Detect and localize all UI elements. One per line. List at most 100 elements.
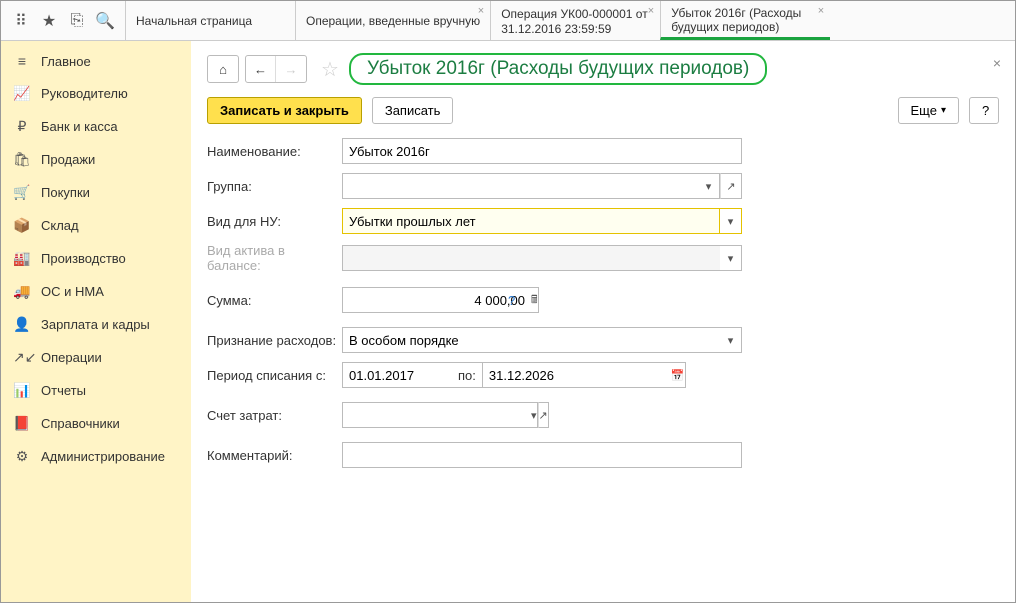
sidebar-item-label: Производство [41, 251, 126, 266]
page-title: Убыток 2016г (Расходы будущих периодов) [367, 58, 749, 79]
sidebar-item-main[interactable]: ≡Главное [1, 45, 191, 77]
group-label: Группа: [207, 179, 342, 194]
asset-label: Вид актива в балансе: [207, 243, 342, 273]
calendar-icon[interactable]: 📅 [671, 362, 686, 388]
comment-label: Комментарий: [207, 448, 342, 463]
tab-manual-operations[interactable]: Операции, введенные вручную × [295, 1, 490, 40]
sidebar-item-assets[interactable]: 🚚 ОС и НМА [1, 275, 191, 308]
cart-icon: 🛒 [13, 184, 31, 201]
sidebar-item-operations[interactable]: ↗↙ Операции [1, 341, 191, 374]
gear-icon: ⚙ [13, 448, 31, 465]
period-to-input[interactable] [482, 362, 671, 388]
sidebar-item-reports[interactable]: 📊 Отчеты [1, 374, 191, 407]
type-input[interactable] [342, 208, 720, 234]
period-label: Период списания с: [207, 368, 342, 383]
menu-icon: ≡ [13, 53, 31, 69]
save-button[interactable]: Записать [372, 97, 454, 124]
home-button[interactable]: ⌂ [207, 55, 239, 83]
group-input[interactable] [342, 173, 698, 199]
sidebar-item-warehouse[interactable]: 📦 Склад [1, 209, 191, 242]
sidebar-item-catalogs[interactable]: 📕 Справочники [1, 407, 191, 440]
box-icon: 📦 [13, 217, 31, 234]
sidebar-item-purchases[interactable]: 🛒 Покупки [1, 176, 191, 209]
sidebar-item-label: Склад [41, 218, 79, 233]
sidebar-item-label: ОС и НМА [41, 284, 104, 299]
tab-label: Операции, введенные вручную [306, 14, 480, 28]
more-button[interactable]: Еще▾ [898, 97, 959, 124]
sidebar-item-label: Покупки [41, 185, 90, 200]
dropdown-icon: ▾ [720, 245, 742, 271]
sidebar-item-admin[interactable]: ⚙ Администрирование [1, 440, 191, 473]
ruble-icon: ₽ [13, 118, 31, 135]
sidebar-item-manager[interactable]: 📈 Руководителю [1, 77, 191, 110]
nav-history: ← → [245, 55, 307, 83]
calculator-icon[interactable]: 🖩 [531, 287, 539, 313]
tab-operation[interactable]: Операция УК00-000001 от 31.12.2016 23:59… [490, 1, 660, 40]
tab-start-page[interactable]: Начальная страница [125, 1, 295, 40]
comment-input[interactable] [342, 442, 742, 468]
favorite-icon[interactable]: ☆ [321, 57, 339, 82]
save-close-button[interactable]: Записать и закрыть [207, 97, 362, 124]
name-input[interactable] [342, 138, 742, 164]
search-icon[interactable]: 🔍 [91, 7, 119, 35]
dropdown-icon[interactable]: ▾ [720, 327, 742, 353]
chevron-down-icon: ▾ [941, 105, 946, 116]
topbar: ⠿ ★ ⎘ 🔍 Начальная страница Операции, вве… [1, 1, 1015, 41]
open-icon[interactable]: ↗ [538, 402, 549, 428]
period-to-label: по: [458, 368, 476, 383]
tabs: Начальная страница Операции, введенные в… [125, 1, 1015, 40]
top-icons: ⠿ ★ ⎘ 🔍 [1, 1, 125, 40]
book-icon: 📕 [13, 415, 31, 432]
main-content: × ⌂ ← → ☆ Убыток 2016г (Расходы будущих … [191, 41, 1015, 602]
sidebar-item-label: Операции [41, 350, 102, 365]
bars-icon: 📊 [13, 382, 31, 399]
tab-label-l2: 31.12.2016 23:59:59 [501, 22, 650, 36]
tab-label: Начальная страница [136, 14, 285, 28]
sidebar-item-production[interactable]: 🏭 Производство [1, 242, 191, 275]
dropdown-icon[interactable]: ▾ [720, 208, 742, 234]
factory-icon: 🏭 [13, 250, 31, 267]
sidebar-item-label: Руководителю [41, 86, 128, 101]
help-button[interactable]: ? [969, 97, 999, 124]
sidebar-item-label: Банк и касса [41, 119, 118, 134]
name-label: Наименование: [207, 144, 342, 159]
sidebar-item-label: Администрирование [41, 449, 165, 464]
tab-label-l1: Операция УК00-000001 от [501, 7, 650, 21]
page-title-box: Убыток 2016г (Расходы будущих периодов) [349, 53, 767, 85]
sum-label: Сумма: [207, 293, 342, 308]
sidebar-item-label: Отчеты [41, 383, 86, 398]
sidebar-item-payroll[interactable]: 👤Зарплата и кадры [1, 308, 191, 341]
tab-label-l2: будущих периодов) [671, 20, 820, 34]
close-icon[interactable]: × [818, 5, 824, 18]
account-input[interactable] [342, 402, 531, 428]
sidebar-item-label: Справочники [41, 416, 120, 431]
transfer-icon: ↗↙ [13, 349, 31, 366]
chart-icon: 📈 [13, 85, 31, 102]
sidebar-item-label: Продажи [41, 152, 95, 167]
apps-icon[interactable]: ⠿ [7, 7, 35, 35]
tab-loss-2016[interactable]: Убыток 2016г (Расходы будущих периодов) … [660, 1, 830, 40]
close-icon[interactable]: × [478, 5, 484, 18]
sidebar-item-bank[interactable]: ₽ Банк и касса [1, 110, 191, 143]
clipboard-icon[interactable]: ⎘ [63, 7, 91, 35]
dropdown-icon[interactable]: ▾ [698, 173, 720, 199]
truck-icon: 🚚 [13, 283, 31, 300]
sum-input[interactable] [342, 287, 531, 313]
bag-icon: 🛍 [13, 151, 31, 168]
open-icon[interactable]: ↗ [720, 173, 742, 199]
close-icon[interactable]: × [648, 5, 654, 18]
forward-button[interactable]: → [276, 56, 306, 82]
close-icon[interactable]: × [993, 55, 1001, 71]
sidebar: ≡Главное 📈 Руководителю ₽ Банк и касса 🛍 Пр… [1, 41, 191, 602]
tab-label-l1: Убыток 2016г (Расходы [671, 6, 820, 20]
back-button[interactable]: ← [246, 56, 276, 82]
type-label: Вид для НУ: [207, 214, 342, 229]
sidebar-item-sales[interactable]: 🛍 Продажи [1, 143, 191, 176]
asset-input [342, 245, 720, 271]
recog-input[interactable] [342, 327, 720, 353]
recog-label: Признание расходов: [207, 333, 342, 348]
account-label: Счет затрат: [207, 408, 342, 423]
sidebar-item-label: Зарплата и кадры [41, 317, 150, 332]
star-icon[interactable]: ★ [35, 7, 63, 35]
help-icon[interactable]: ? [508, 293, 515, 308]
